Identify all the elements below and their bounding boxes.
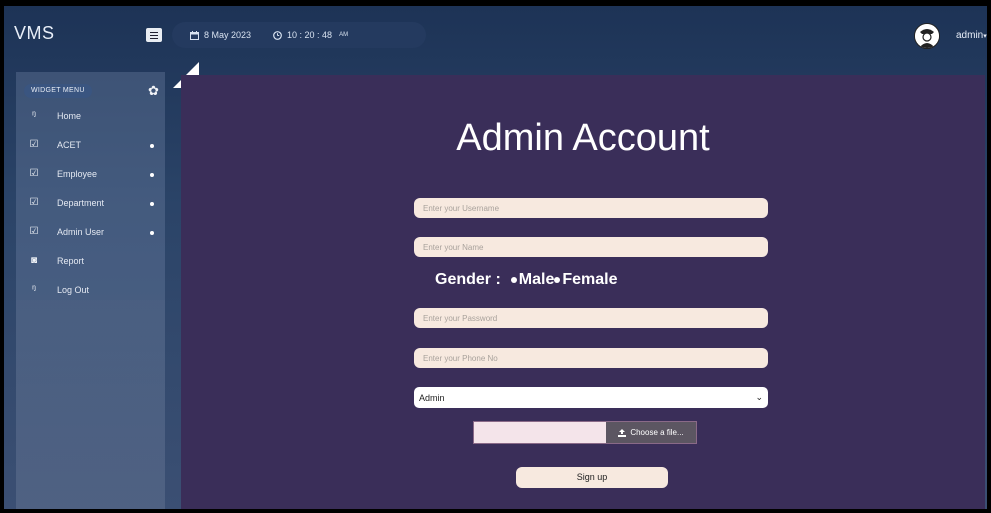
edit-icon: ☑ — [29, 168, 39, 179]
officer-avatar-icon — [915, 24, 939, 48]
sidebar-item-label: Department — [57, 198, 105, 208]
sidebar-item-label: Home — [57, 111, 82, 121]
role-select-value: Admin — [419, 392, 445, 403]
gender-group: Gender : Male Female — [435, 271, 618, 289]
brand-logo[interactable]: VMS — [14, 23, 55, 44]
file-name-field[interactable] — [474, 422, 606, 443]
sidebar-item-label: ACET — [57, 140, 82, 150]
username-input[interactable] — [414, 198, 768, 218]
name-input[interactable] — [414, 237, 768, 257]
feed-icon: ᵑ — [32, 284, 36, 295]
gender-option-male[interactable]: Male — [510, 271, 555, 289]
gender-option-label: Male — [518, 271, 555, 288]
radio-dot-icon — [554, 277, 561, 283]
username-text: admin — [956, 30, 984, 41]
choose-file-label: Choose a file... — [630, 428, 684, 437]
sidebar-item-label: Log Out — [57, 285, 90, 295]
sidebar-item-report[interactable]: ◙ Report — [16, 247, 165, 276]
role-select[interactable]: Admin ⌄ — [414, 387, 768, 408]
expand-dot-icon — [150, 144, 154, 148]
chevron-down-icon: ⌄ — [755, 392, 763, 402]
sidebar-item-acet[interactable]: ☑ ACET — [16, 131, 165, 160]
sidebar-item-department[interactable]: ☑ Department — [16, 189, 165, 218]
gender-option-female[interactable]: Female — [554, 271, 618, 289]
clock-icon — [273, 30, 282, 40]
caret-down-icon: ▾ — [983, 33, 987, 40]
edit-icon: ☑ — [29, 139, 39, 150]
hamburger-icon — [150, 31, 158, 33]
expand-dot-icon — [150, 231, 154, 235]
sidebar: WIDGET MENU ✿ ᵑ Home ☑ ACET ☑ Employee ☑… — [16, 72, 165, 300]
sidebar-nav: ᵑ Home ☑ ACET ☑ Employee ☑ Department ☑ … — [16, 102, 165, 305]
radio-dot-icon — [510, 277, 517, 283]
time-display: 10 : 20 : 48 AM — [273, 30, 348, 40]
file-upload: Choose a file... — [473, 421, 697, 444]
choose-file-button[interactable]: Choose a file... — [606, 422, 696, 443]
date-text: 8 May 2023 — [204, 30, 252, 40]
page-title: Admin Account — [456, 117, 710, 159]
sidebar-item-label: Report — [57, 256, 85, 266]
sidebar-item-admin-user[interactable]: ☑ Admin User — [16, 218, 165, 247]
app-window: VMS 8 May 2023 10 : 20 : 48 AM admin▾ WI… — [4, 6, 987, 509]
time-text: 10 : 20 : 48 — [287, 30, 333, 40]
expand-dot-icon — [150, 173, 154, 177]
feed-icon: ᵑ — [32, 110, 36, 121]
widget-menu-label: WIDGET MENU — [24, 84, 92, 98]
gear-icon[interactable]: ✿ — [148, 83, 159, 99]
expand-dot-icon — [150, 202, 154, 206]
user-avatar[interactable] — [914, 23, 940, 49]
user-menu[interactable]: admin▾ — [956, 30, 987, 41]
sidebar-item-employee[interactable]: ☑ Employee — [16, 160, 165, 189]
edit-icon: ☑ — [29, 197, 39, 208]
calendar-icon — [190, 30, 199, 40]
gender-label: Gender : — [435, 271, 501, 288]
top-bar: VMS 8 May 2023 10 : 20 : 48 AM admin▾ — [4, 6, 987, 60]
sidebar-item-label: Admin User — [57, 227, 105, 237]
sidebar-item-home[interactable]: ᵑ Home — [16, 102, 165, 131]
edit-icon: ☑ — [29, 226, 39, 237]
upload-icon — [618, 428, 627, 437]
phone-input[interactable] — [414, 348, 768, 368]
sidebar-empty-area — [16, 300, 165, 509]
gender-option-label: Female — [562, 271, 618, 288]
password-input[interactable] — [414, 308, 768, 328]
menu-toggle-button[interactable] — [146, 28, 162, 42]
sidebar-item-label: Employee — [57, 169, 98, 179]
ampm-text: AM — [339, 32, 349, 38]
camera-icon: ◙ — [30, 255, 38, 266]
date-display: 8 May 2023 — [190, 30, 251, 40]
date-time-bar: 8 May 2023 10 : 20 : 48 AM — [172, 22, 426, 48]
sign-up-button[interactable]: Sign up — [516, 467, 668, 488]
main-panel: Admin Account Gender : Male Female Admin… — [181, 75, 985, 509]
